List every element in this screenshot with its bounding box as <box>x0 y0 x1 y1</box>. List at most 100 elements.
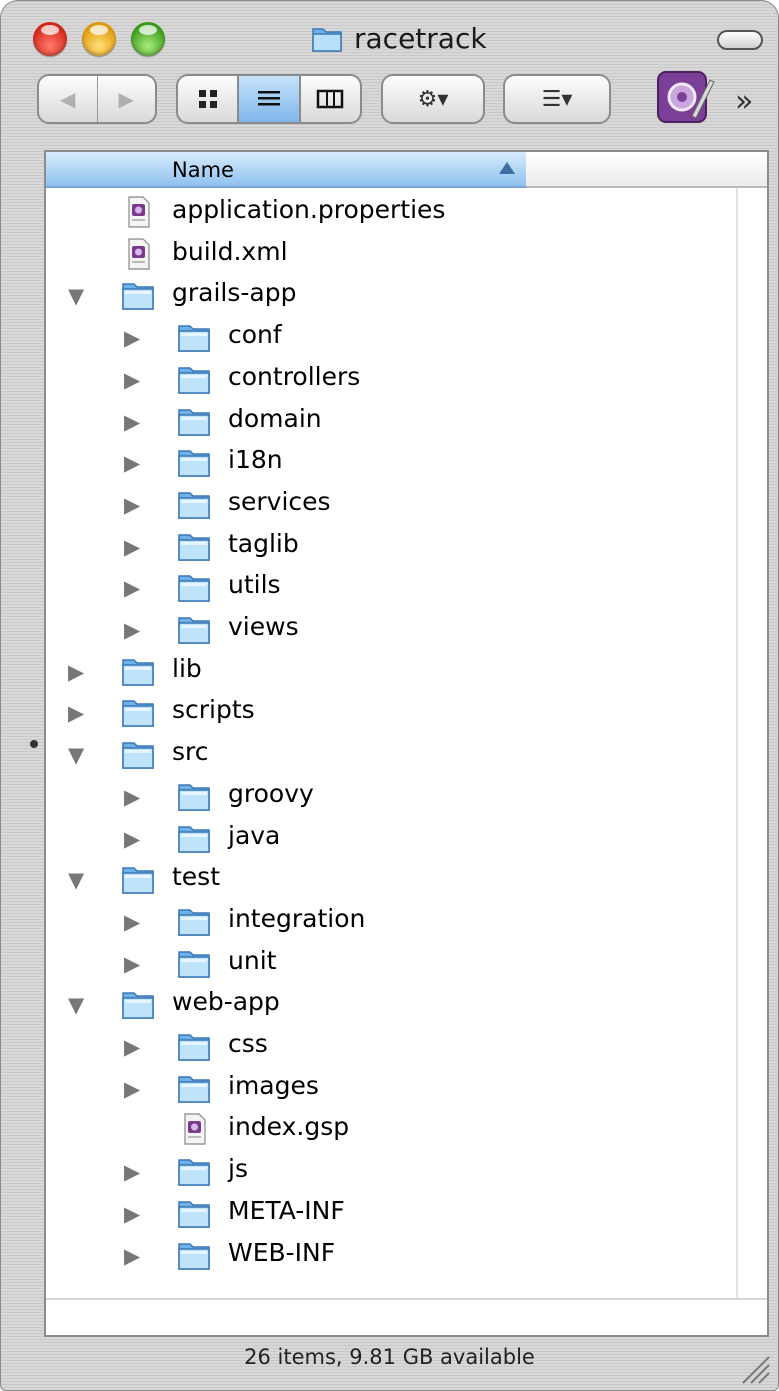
disclosure-collapsed-icon[interactable]: ▶ <box>124 1077 140 1101</box>
column-header-label: Name <box>172 158 234 182</box>
application-icon[interactable] <box>652 66 716 130</box>
folder-row[interactable]: ▶ css <box>46 1025 736 1067</box>
folder-row[interactable]: ▶ groovy <box>46 775 736 817</box>
disclosure-collapsed-icon[interactable]: ▶ <box>124 910 140 934</box>
disclosure-collapsed-icon[interactable]: ▶ <box>124 1035 140 1059</box>
minimize-button[interactable] <box>82 22 116 56</box>
document-icon <box>176 1112 212 1146</box>
disclosure-collapsed-icon[interactable]: ▶ <box>124 1202 140 1226</box>
disclosure-collapsed-icon[interactable]: ▶ <box>124 576 140 600</box>
item-name: views <box>228 612 299 641</box>
document-icon <box>120 237 156 271</box>
folder-icon <box>312 28 342 52</box>
disclosure-expanded-icon[interactable]: ▼ <box>68 993 84 1017</box>
disclosure-collapsed-icon[interactable]: ▶ <box>124 493 140 517</box>
finder-window: racetrack ◀ ▶ ⚙▾ ☰▾ » Name application.p… <box>0 0 779 1391</box>
item-name: integration <box>228 903 366 933</box>
back-forward-control[interactable]: ◀ ▶ <box>37 74 157 124</box>
item-name: css <box>228 1029 268 1058</box>
file-row[interactable]: application.properties <box>46 191 736 233</box>
name-column-header[interactable]: Name <box>46 152 526 188</box>
item-name: i18n <box>228 445 283 475</box>
folder-icon <box>176 320 212 354</box>
disclosure-collapsed-icon[interactable]: ▶ <box>124 952 140 976</box>
disclosure-expanded-icon[interactable]: ▼ <box>68 284 84 308</box>
resize-grip-icon[interactable] <box>737 1351 771 1385</box>
folder-row[interactable]: ▶ controllers <box>46 358 736 400</box>
action-menu-button[interactable]: ⚙▾ <box>381 74 485 124</box>
folder-row[interactable]: ▶ scripts <box>46 691 736 733</box>
item-name: images <box>228 1070 319 1100</box>
folder-icon <box>176 946 212 980</box>
icon-view-icon <box>198 90 217 108</box>
folder-row[interactable]: ▶ js <box>46 1150 736 1192</box>
folder-icon <box>176 1071 212 1105</box>
forward-button[interactable]: ▶ <box>98 87 156 111</box>
arrange-menu-button[interactable]: ☰▾ <box>503 74 611 124</box>
icon-view-button[interactable] <box>178 76 240 122</box>
disclosure-collapsed-icon[interactable]: ▶ <box>124 618 140 642</box>
disclosure-collapsed-icon[interactable]: ▶ <box>124 451 140 475</box>
disclosure-expanded-icon[interactable]: ▼ <box>68 743 84 767</box>
folder-icon <box>176 904 212 938</box>
file-row[interactable]: build.xml <box>46 233 736 275</box>
disclosure-collapsed-icon[interactable]: ▶ <box>68 701 84 725</box>
folder-row[interactable]: ▶ taglib <box>46 525 736 567</box>
disclosure-collapsed-icon[interactable]: ▶ <box>124 827 140 851</box>
folder-row[interactable]: ▶ WEB-INF <box>46 1234 736 1276</box>
folder-row[interactable]: ▶ integration <box>46 900 736 942</box>
toolbar-toggle-button[interactable] <box>717 30 763 50</box>
folder-row[interactable]: ▶ i18n <box>46 441 736 483</box>
folder-row[interactable]: ▶ java <box>46 817 736 859</box>
folder-row[interactable]: ▼ web-app <box>46 983 736 1025</box>
folder-row[interactable]: ▶ META-INF <box>46 1192 736 1234</box>
back-button[interactable]: ◀ <box>39 87 97 111</box>
disclosure-collapsed-icon[interactable]: ▶ <box>124 368 140 392</box>
view-mode-control[interactable] <box>176 74 362 124</box>
file-list-pane[interactable]: Name application.properties build.xml ▼ gra… <box>44 150 769 1337</box>
toolbar-overflow-button[interactable]: » <box>735 84 753 119</box>
item-name: lib <box>172 653 202 683</box>
column-view-button[interactable] <box>301 76 360 122</box>
zoom-button[interactable] <box>131 22 165 56</box>
folder-row[interactable]: ▶ services <box>46 483 736 525</box>
item-name: unit <box>228 945 277 975</box>
item-name: index.gsp <box>228 1112 350 1142</box>
item-name: grails-app <box>172 278 297 308</box>
folder-row[interactable]: ▼ src <box>46 733 736 775</box>
item-name: application.properties <box>172 195 446 224</box>
folder-row[interactable]: ▶ lib <box>46 650 736 692</box>
folder-icon <box>120 654 156 688</box>
disclosure-collapsed-icon[interactable]: ▶ <box>124 410 140 434</box>
column-header-filler <box>526 152 767 188</box>
disclosure-expanded-icon[interactable]: ▼ <box>68 868 84 892</box>
folder-row[interactable]: ▶ unit <box>46 942 736 984</box>
disclosure-collapsed-icon[interactable]: ▶ <box>124 535 140 559</box>
item-name: web-app <box>172 987 280 1017</box>
list-view-button[interactable] <box>239 76 301 122</box>
title-bar[interactable]: racetrack <box>0 0 779 70</box>
item-name: conf <box>228 320 282 350</box>
horizontal-scrollbar[interactable] <box>46 1298 767 1335</box>
vertical-scrollbar[interactable] <box>736 188 767 1298</box>
folder-row[interactable]: ▶ views <box>46 608 736 650</box>
folder-row[interactable]: ▶ conf <box>46 316 736 358</box>
folder-row[interactable]: ▶ utils <box>46 566 736 608</box>
folder-row[interactable]: ▼ grails-app <box>46 274 736 316</box>
disclosure-collapsed-icon[interactable]: ▶ <box>124 785 140 809</box>
disclosure-collapsed-icon[interactable]: ▶ <box>124 1160 140 1184</box>
item-name: utils <box>228 570 281 600</box>
disclosure-collapsed-icon[interactable]: ▶ <box>124 1244 140 1268</box>
disclosure-collapsed-icon[interactable]: ▶ <box>124 326 140 350</box>
folder-row[interactable]: ▼ test <box>46 858 736 900</box>
file-row[interactable]: index.gsp <box>46 1108 736 1150</box>
arrange-icon: ☰▾ <box>541 86 573 112</box>
status-bar-text: 26 items, 9.81 GB available <box>244 1345 535 1369</box>
close-button[interactable] <box>33 22 67 56</box>
folder-row[interactable]: ▶ domain <box>46 400 736 442</box>
folder-icon <box>176 487 212 521</box>
item-name: src <box>172 737 209 767</box>
window-title-group: racetrack <box>310 18 487 58</box>
disclosure-collapsed-icon[interactable]: ▶ <box>68 660 84 684</box>
folder-row[interactable]: ▶ images <box>46 1067 736 1109</box>
